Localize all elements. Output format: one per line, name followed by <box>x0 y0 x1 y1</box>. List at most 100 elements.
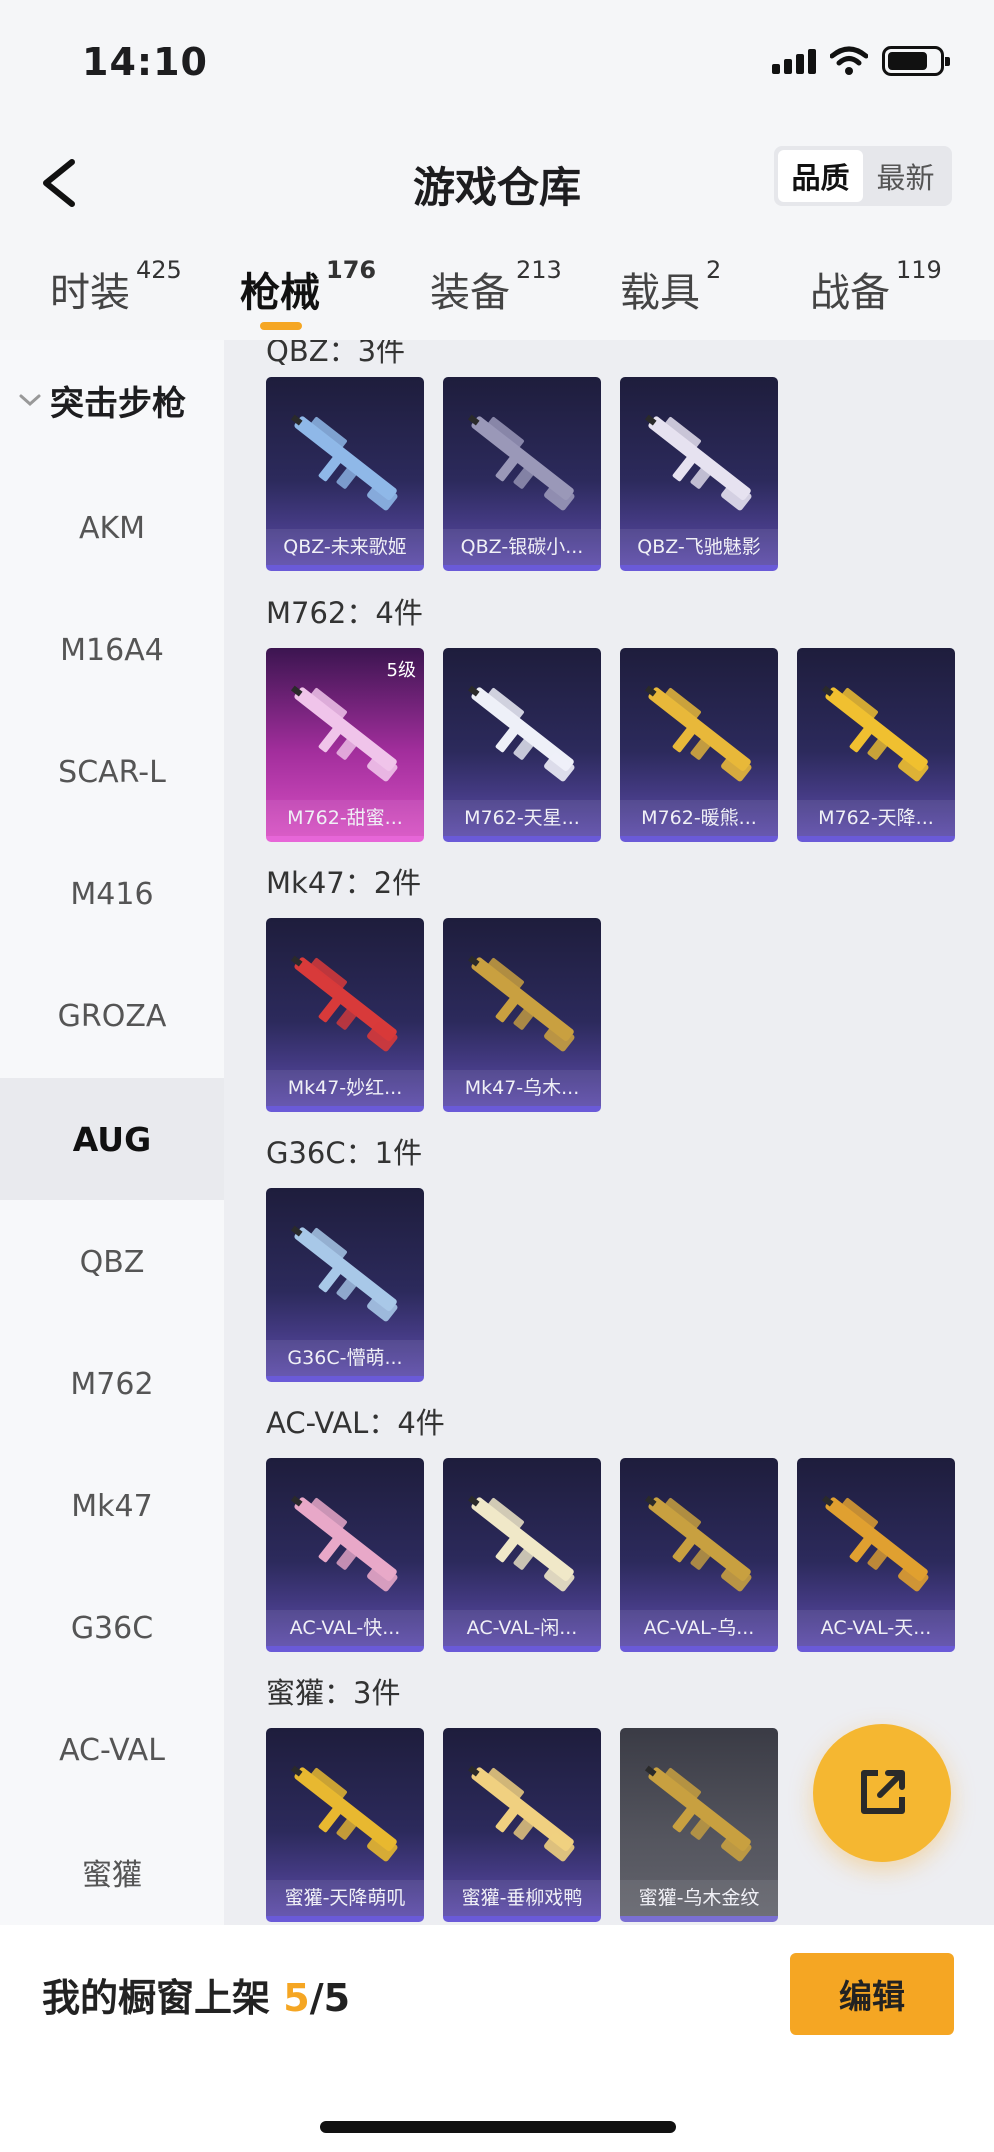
sidebar-item-ac-val[interactable]: AC-VAL <box>0 1689 224 1811</box>
showcase-label: 我的橱窗上架 <box>42 1976 271 2020</box>
weapon-skin-card[interactable]: QBZ-未来歌姬 <box>266 377 424 571</box>
weapon-skin-card[interactable]: AC-VAL-乌... <box>620 1458 778 1652</box>
showcase-total: /5 <box>309 1976 351 2020</box>
weapon-skin-card[interactable]: 蜜獾-天降萌叽 <box>266 1728 424 1922</box>
sidebar-item-akm[interactable]: AKM <box>0 467 224 589</box>
skin-name: 蜜獾-乌木金纹 <box>620 1880 778 1916</box>
active-tab-indicator <box>260 322 302 330</box>
signal-icon <box>772 48 816 74</box>
skin-name: 蜜獾-垂柳戏鸭 <box>443 1880 601 1916</box>
weapon-sidebar: 突击步枪 AKM M16A4 SCAR-L M416 GROZA AUG QBZ… <box>0 340 224 1925</box>
weapon-skin-card[interactable]: M762-暖熊... <box>620 648 778 842</box>
section-title: G36C：1件 <box>266 1136 423 1170</box>
sidebar-item-g36c[interactable]: G36C <box>0 1567 224 1689</box>
skin-name: AC-VAL-天... <box>797 1610 955 1646</box>
weapon-skin-card[interactable]: M762-天星... <box>443 648 601 842</box>
rifle-icon <box>821 1495 929 1592</box>
tab-label: 战备 <box>810 270 890 316</box>
share-icon <box>861 1770 905 1814</box>
section-title: M762：4件 <box>266 596 423 630</box>
weapon-skin-card[interactable]: QBZ-银碳小... <box>443 377 601 571</box>
section-title: QBZ：3件 <box>266 340 406 368</box>
sidebar-item-honey-badger[interactable]: 蜜獾 <box>0 1811 224 1925</box>
sidebar-item-m416[interactable]: M416 <box>0 833 224 955</box>
sort-newest-button[interactable]: 最新 <box>863 150 948 202</box>
sidebar-item-mk47[interactable]: Mk47 <box>0 1445 224 1567</box>
section-title: 蜜獾：3件 <box>266 1676 401 1710</box>
skin-name: QBZ-银碳小... <box>443 529 601 565</box>
edit-button[interactable]: 编辑 <box>790 1953 954 2035</box>
chevron-down-icon <box>19 394 41 407</box>
sort-quality-button[interactable]: 品质 <box>778 150 863 202</box>
skin-name: M762-天星... <box>443 800 601 836</box>
weapon-skin-card[interactable]: AC-VAL-天... <box>797 1458 955 1652</box>
status-time: 14:10 <box>82 40 208 84</box>
rifle-icon <box>467 955 575 1052</box>
tab-count: 2 <box>706 256 722 284</box>
skin-name: AC-VAL-闲... <box>443 1610 601 1646</box>
tab-label: 枪械 <box>240 270 320 316</box>
weapon-skin-card[interactable]: Mk47-乌木... <box>443 918 601 1112</box>
skin-name: QBZ-未来歌姬 <box>266 529 424 565</box>
rifle-icon <box>467 1765 575 1862</box>
tab-count: 119 <box>896 256 942 284</box>
category-tabs: 时装 425 枪械 176 装备 213 载具 2 战备 119 <box>0 240 994 340</box>
wifi-icon <box>830 46 868 75</box>
sidebar-group-assault-rifles[interactable]: 突击步枪 <box>0 370 224 430</box>
share-button[interactable] <box>813 1724 951 1862</box>
sidebar-item-aug[interactable]: AUG <box>0 1078 224 1200</box>
weapon-skin-card[interactable]: AC-VAL-闲... <box>443 1458 601 1652</box>
skin-name: G36C-懵萌... <box>266 1340 424 1376</box>
rifle-icon <box>644 1765 752 1862</box>
tab-combat-gear[interactable]: 战备 119 <box>810 256 942 318</box>
weapon-skin-card[interactable]: AC-VAL-快... <box>266 1458 424 1652</box>
skin-name: QBZ-飞驰魅影 <box>620 529 778 565</box>
tab-label: 时装 <box>50 270 130 316</box>
home-indicator <box>320 2121 676 2133</box>
showcase-bar: 我的橱窗上架 5/5 编辑 <box>0 1925 994 2152</box>
rifle-icon <box>467 1495 575 1592</box>
rifle-icon <box>644 414 752 511</box>
weapon-skin-card[interactable]: 5级 M762-甜蜜... <box>266 648 424 842</box>
rifle-icon <box>290 414 398 511</box>
rifle-icon <box>290 1765 398 1862</box>
skin-name: AC-VAL-乌... <box>620 1610 778 1646</box>
rifle-icon <box>467 414 575 511</box>
sidebar-item-groza[interactable]: GROZA <box>0 955 224 1077</box>
sidebar-item-m762[interactable]: M762 <box>0 1323 224 1445</box>
nav-bar: 游戏仓库 品质 最新 <box>0 130 994 240</box>
weapon-skin-card[interactable]: 蜜獾-垂柳戏鸭 <box>443 1728 601 1922</box>
sort-toggle: 品质 最新 <box>774 146 952 206</box>
skin-name: M762-甜蜜... <box>266 800 424 836</box>
skin-name: M762-天降... <box>797 800 955 836</box>
weapon-skin-card[interactable]: QBZ-飞驰魅影 <box>620 377 778 571</box>
tab-fashion[interactable]: 时装 425 <box>50 256 182 318</box>
weapon-skin-card[interactable]: M762-天降... <box>797 648 955 842</box>
rifle-icon <box>644 1495 752 1592</box>
tab-guns[interactable]: 枪械 176 <box>240 256 376 318</box>
showcase-status: 我的橱窗上架 5/5 <box>42 1967 350 2022</box>
sidebar-item-scar-l[interactable]: SCAR-L <box>0 711 224 833</box>
rifle-icon <box>821 685 929 782</box>
rifle-icon <box>644 685 752 782</box>
status-bar: 14:10 <box>0 0 994 130</box>
rifle-icon <box>290 1495 398 1592</box>
skin-name: Mk47-妙红... <box>266 1070 424 1106</box>
weapon-skin-card[interactable]: 蜜獾-乌木金纹 <box>620 1728 778 1922</box>
sidebar-item-m16a4[interactable]: M16A4 <box>0 589 224 711</box>
rifle-icon <box>290 1225 398 1322</box>
sidebar-group-label: 突击步枪 <box>50 383 186 424</box>
section-title: AC-VAL：4件 <box>266 1406 445 1440</box>
skin-name: Mk47-乌木... <box>443 1070 601 1106</box>
tab-count: 176 <box>326 256 377 284</box>
weapon-skin-card[interactable]: Mk47-妙红... <box>266 918 424 1112</box>
weapon-skin-card[interactable]: G36C-懵萌... <box>266 1188 424 1382</box>
battery-icon <box>882 46 950 76</box>
tab-vehicles[interactable]: 载具 2 <box>620 256 721 318</box>
showcase-current: 5 <box>283 1976 310 2020</box>
tab-equipment[interactable]: 装备 213 <box>430 256 562 318</box>
sidebar-item-qbz[interactable]: QBZ <box>0 1201 224 1323</box>
skin-name: M762-暖熊... <box>620 800 778 836</box>
section-title: Mk47：2件 <box>266 866 422 900</box>
tab-label: 装备 <box>430 270 510 316</box>
